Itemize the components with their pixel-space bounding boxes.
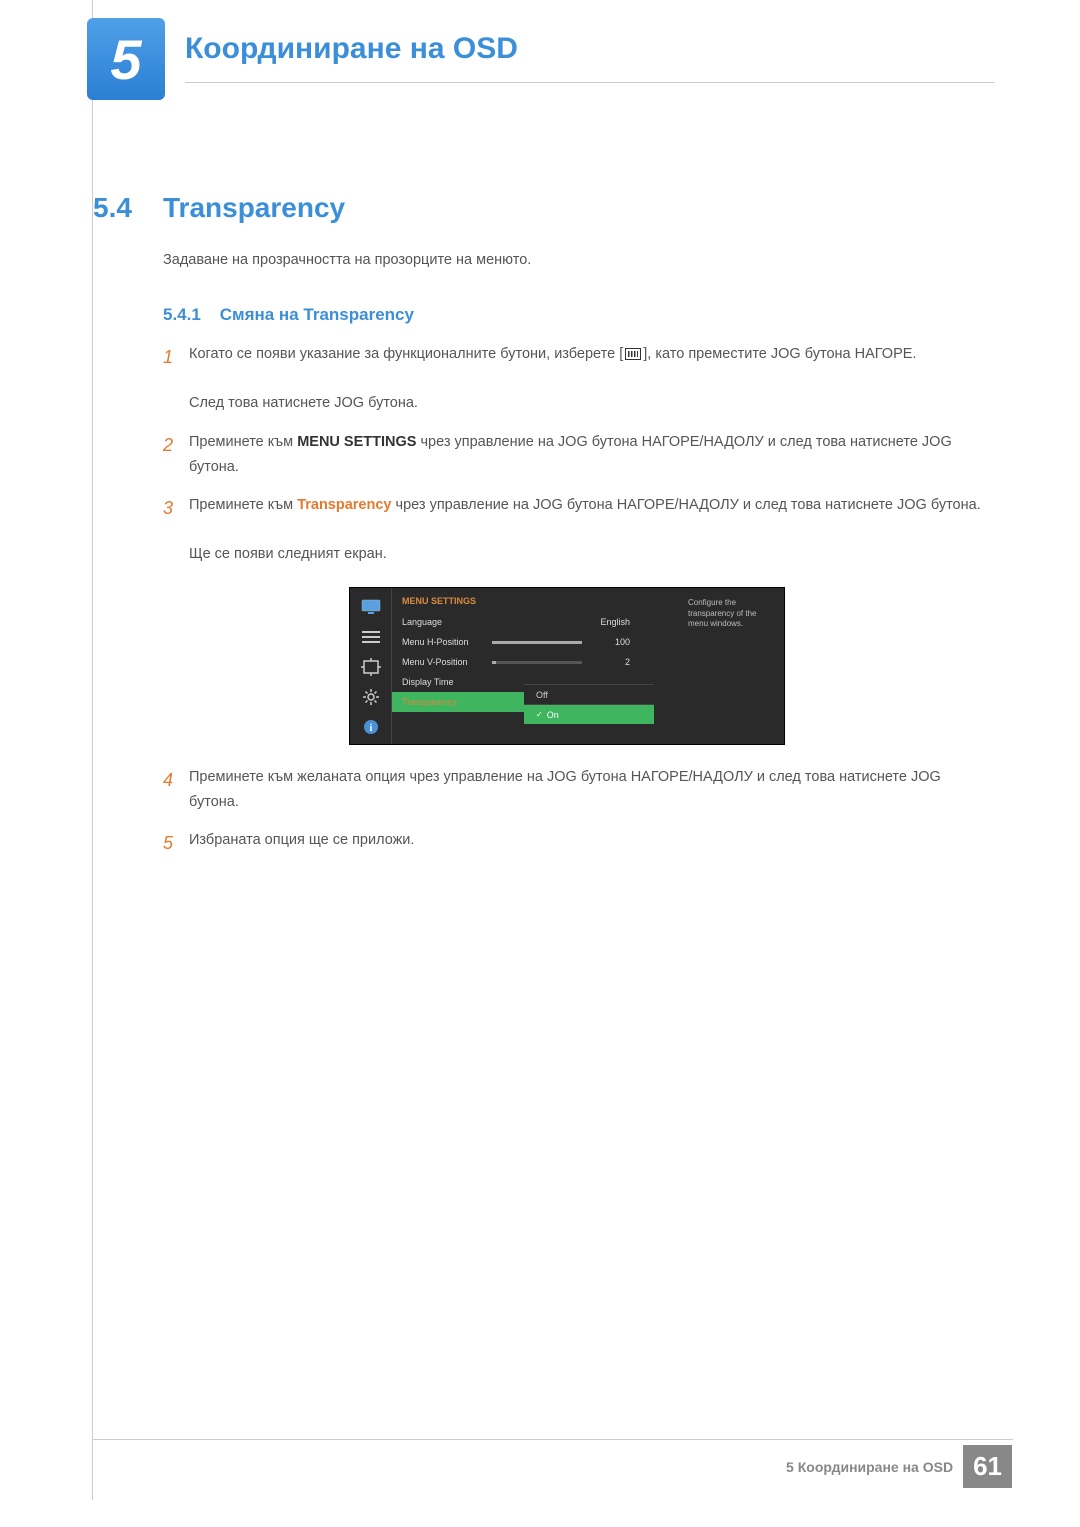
subsection-heading: 5.4.1 Смяна на Transparency — [163, 305, 414, 325]
step-text: Преминете към MENU SETTINGS чрез управле… — [189, 430, 983, 479]
footer-divider — [93, 1439, 1013, 1440]
osd-row-transparency: Transparency — [392, 692, 524, 712]
resize-icon — [360, 658, 382, 676]
step-number: 5 — [163, 828, 189, 859]
step-text: Когато се появи указание за функционални… — [189, 342, 983, 416]
svg-text:i: i — [369, 723, 372, 734]
osd-row-vposition: Menu V-Position 2 — [402, 652, 784, 672]
page-number: 61 — [963, 1445, 1012, 1488]
step-4: 4 Преминете към желаната опция чрез упра… — [163, 765, 983, 814]
step-2: 2 Преминете към MENU SETTINGS чрез управ… — [163, 430, 983, 479]
osd-option-on: On — [524, 704, 654, 724]
menu-icon — [625, 348, 641, 360]
step-number: 4 — [163, 765, 189, 814]
page-footer: 5 Координиране на OSD 61 — [786, 1445, 1012, 1488]
subsection-number: 5.4.1 — [163, 305, 201, 324]
monitor-icon — [360, 598, 382, 616]
slider — [492, 641, 582, 644]
chapter-underline — [185, 82, 995, 83]
section-title: Transparency — [163, 192, 345, 224]
osd-main-panel: MENU SETTINGS Language English Menu H-Po… — [392, 588, 784, 744]
chapter-title: Координиране на OSD — [185, 32, 518, 66]
document-page: 5 Координиране на OSD 5.4 Transparency З… — [92, 0, 1012, 1500]
step-number: 3 — [163, 493, 189, 567]
step-1: 1 Когато се появи указание за функционал… — [163, 342, 983, 416]
chapter-number: 5 — [110, 27, 141, 92]
step-text: Избраната опция ще се приложи. — [189, 828, 983, 859]
section-number: 5.4 — [93, 192, 132, 224]
osd-options-dropdown: Off On — [524, 684, 654, 724]
section-description: Задаване на прозрачността на прозорците … — [163, 252, 531, 268]
list-icon — [360, 628, 382, 646]
osd-screenshot: i MENU SETTINGS Language English Menu H-… — [349, 587, 785, 745]
osd-help-text: Configure the transparency of the menu w… — [688, 598, 778, 629]
osd-option-off: Off — [524, 684, 654, 704]
step-number: 2 — [163, 430, 189, 479]
footer-chapter-label: 5 Координиране на OSD — [786, 1459, 953, 1475]
step-text: Преминете към желаната опция чрез управл… — [189, 765, 983, 814]
step-number: 1 — [163, 342, 189, 416]
steps-list: 1 Когато се появи указание за функционал… — [163, 342, 983, 873]
step-5: 5 Избраната опция ще се приложи. — [163, 828, 983, 859]
step-text: Преминете към Transparency чрез управлен… — [189, 493, 983, 567]
chapter-number-tab: 5 — [87, 18, 165, 100]
info-icon: i — [360, 718, 382, 736]
gear-icon — [360, 688, 382, 706]
osd-sidebar: i — [350, 588, 392, 744]
osd-row-hposition: Menu H-Position 100 — [402, 632, 784, 652]
slider — [492, 661, 582, 664]
subsection-title: Смяна на Transparency — [220, 305, 414, 324]
step-3: 3 Преминете към Transparency чрез управл… — [163, 493, 983, 567]
